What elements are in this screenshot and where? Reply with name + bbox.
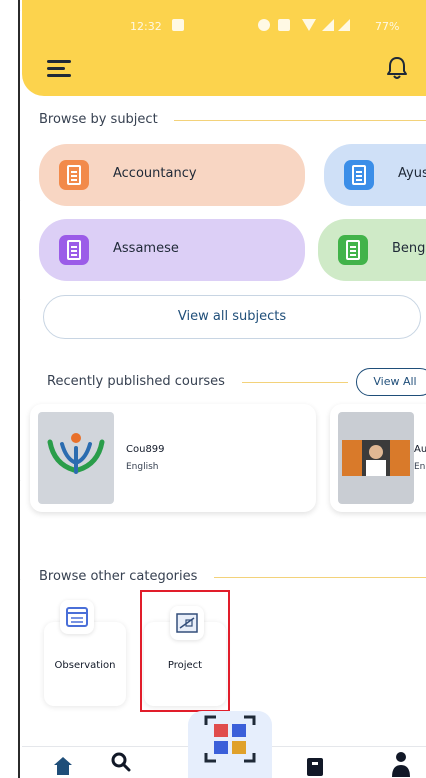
subject-card-bengali[interactable]: Beng [318,219,426,281]
view-all-courses-button[interactable]: View All [356,368,426,396]
notification-status-icon [172,19,184,31]
course-card[interactable]: Cou899 English [30,404,316,512]
recent-courses-title: Recently published courses [47,374,225,389]
header: 12:32 77% [22,0,426,96]
course-thumbnail [38,412,114,504]
course-thumbnail [338,412,414,504]
qr-scan-icon [204,715,256,763]
subject-label: Assamese [113,241,179,256]
course-name: Au [414,444,426,455]
book-icon [344,160,374,190]
device-frame-edge [0,0,20,778]
category-label: Observation [54,660,116,671]
book-icon [59,160,89,190]
home-icon[interactable] [52,755,74,777]
app-screen: 12:32 77% Browse by subject Accountancy … [22,0,426,778]
selection-highlight [140,590,230,712]
subject-label: Ayush [398,166,426,181]
signal-icon-2 [338,19,350,31]
alarm-icon [258,19,270,31]
section-divider [174,120,426,121]
signal-icon [322,19,334,31]
subject-label: Accountancy [113,166,197,181]
browse-subject-title: Browse by subject [39,112,158,127]
section-divider [242,382,348,383]
course-language: English [126,462,159,472]
view-all-subjects-button[interactable]: View all subjects [43,295,421,339]
course-card[interactable]: Au En [330,404,426,512]
observation-form-icon [60,600,94,634]
qr-scan-button[interactable] [188,711,272,778]
other-categories-title: Browse other categories [39,569,198,584]
course-photo-icon [342,440,410,476]
book-icon [338,235,368,265]
status-bar: 12:32 77% [22,0,426,44]
subject-card-accountancy[interactable]: Accountancy [39,144,305,206]
search-icon[interactable] [110,751,132,773]
book-icon [59,235,89,265]
battery-level: 77% [375,20,400,33]
bell-icon[interactable] [386,56,408,80]
wifi-icon [302,19,316,31]
section-divider [214,577,426,578]
profile-icon[interactable] [390,751,412,777]
subject-card-ayush[interactable]: Ayush [324,144,426,206]
hamburger-menu-icon[interactable] [47,58,71,78]
course-name: Cou899 [126,444,165,455]
subject-card-assamese[interactable]: Assamese [39,219,305,281]
course-logo-icon [47,433,105,474]
network-icon [278,19,290,31]
subject-label: Beng [392,241,426,256]
downloads-icon[interactable] [304,755,326,777]
status-time: 12:32 [130,20,162,33]
course-language: En [414,462,426,472]
